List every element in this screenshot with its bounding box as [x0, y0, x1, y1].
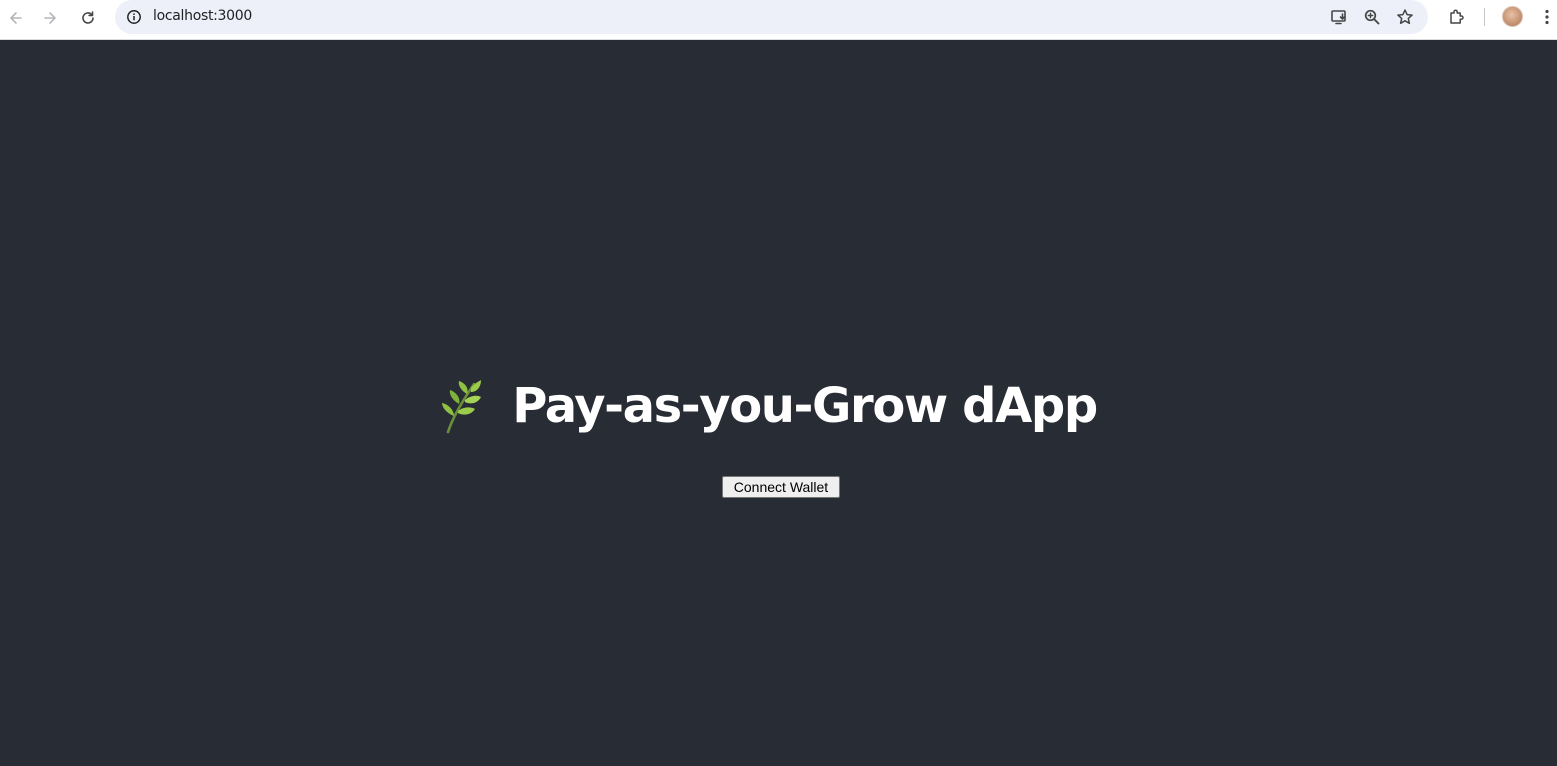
url-text[interactable]: localhost:3000	[153, 8, 252, 24]
hero-heading: Pay-as-you-Grow dApp	[0, 378, 1557, 434]
star-icon	[1397, 9, 1413, 25]
bookmark-button[interactable]	[1394, 6, 1416, 28]
arrow-left-icon	[10, 12, 22, 24]
site-info-button[interactable]	[123, 6, 145, 28]
arrow-right-icon	[44, 12, 56, 24]
forward-button[interactable]	[38, 6, 62, 30]
install-app-icon	[1331, 10, 1346, 25]
browser-toolbar: localhost:3000	[0, 0, 1557, 40]
page-viewport: Pay-as-you-Grow dApp Connect Wallet	[0, 40, 1557, 766]
browser-menu-button[interactable]	[1537, 5, 1557, 29]
install-app-button[interactable]	[1328, 6, 1350, 28]
kebab-menu-icon	[1545, 9, 1549, 25]
page-title: Pay-as-you-Grow dApp	[512, 378, 1098, 434]
back-button[interactable]	[4, 6, 28, 30]
info-circle-icon	[127, 10, 141, 24]
profile-avatar[interactable]	[1502, 6, 1523, 27]
connect-wallet-button[interactable]: Connect Wallet	[722, 476, 840, 498]
reload-button[interactable]	[76, 6, 100, 30]
zoom-icon	[1364, 9, 1380, 25]
zoom-button[interactable]	[1361, 6, 1383, 28]
herb-emoji-icon	[442, 380, 482, 434]
extensions-button[interactable]	[1445, 5, 1469, 29]
toolbar-divider	[1484, 8, 1485, 26]
puzzle-icon	[1450, 9, 1464, 24]
address-bar[interactable]: localhost:3000	[115, 0, 1428, 34]
reload-icon	[82, 11, 94, 24]
